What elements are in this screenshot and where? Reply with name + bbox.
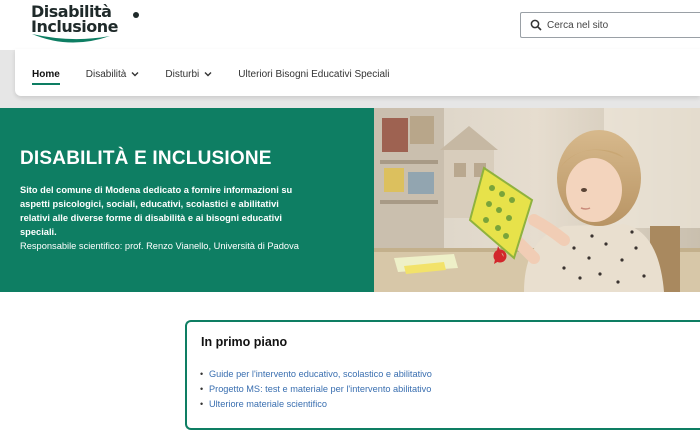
featured-links: Guide per l'intervento educativo, scolas… [200, 367, 432, 412]
hero-photo [374, 108, 700, 292]
hero-responsible: Responsabile scientifico: prof. Renzo Vi… [20, 241, 299, 251]
hero-title: DISABILITÀ E INCLUSIONE [20, 148, 272, 169]
nav-item-label: Home [32, 68, 60, 80]
search-icon[interactable] [530, 19, 542, 31]
chevron-down-icon [131, 72, 139, 77]
search-input[interactable] [547, 16, 697, 34]
chevron-down-icon [204, 72, 212, 77]
nav-item-disturbi[interactable]: Disturbi [165, 66, 212, 82]
featured-box: In primo piano Guide per l'intervento ed… [185, 320, 700, 430]
hero-banner: DISABILITÀ E INCLUSIONE Sito del comune … [0, 108, 700, 292]
main-navigation: Home Disabilità Disturbi Ulteriori Bisog… [15, 49, 700, 96]
featured-link-progetto-ms[interactable]: Progetto MS: test e materiale per l'inte… [200, 382, 432, 397]
nav-item-home[interactable]: Home [32, 66, 60, 85]
featured-link-guide[interactable]: Guide per l'intervento educativo, scolas… [200, 367, 432, 382]
site-logo[interactable]: Disabilità Inclusione [30, 4, 139, 46]
search-box[interactable] [520, 12, 700, 38]
nav-item-disabilita[interactable]: Disabilità [86, 66, 140, 82]
nav-item-label: Disturbi [165, 68, 200, 80]
nav-item-label: Disabilità [85, 68, 127, 80]
logo-dot [133, 12, 139, 18]
site-header: Disabilità Inclusione [0, 0, 700, 50]
child-cutting-paper-illustration [374, 108, 700, 292]
hero-text-panel: DISABILITÀ E INCLUSIONE Sito del comune … [0, 108, 374, 292]
featured-link-materiale[interactable]: Ulteriore materiale scientifico [200, 397, 432, 412]
nav-item-bes[interactable]: Ulteriori Bisogni Educativi Speciali [238, 66, 389, 82]
nav-item-label: Ulteriori Bisogni Educativi Speciali [238, 68, 390, 80]
logo-swoosh-icon [32, 34, 110, 43]
nav-menu: Home Disabilità Disturbi Ulteriori Bisog… [32, 66, 415, 85]
hero-description: Sito del comune di Modena dedicato a for… [20, 185, 293, 237]
featured-title: In primo piano [201, 335, 288, 349]
